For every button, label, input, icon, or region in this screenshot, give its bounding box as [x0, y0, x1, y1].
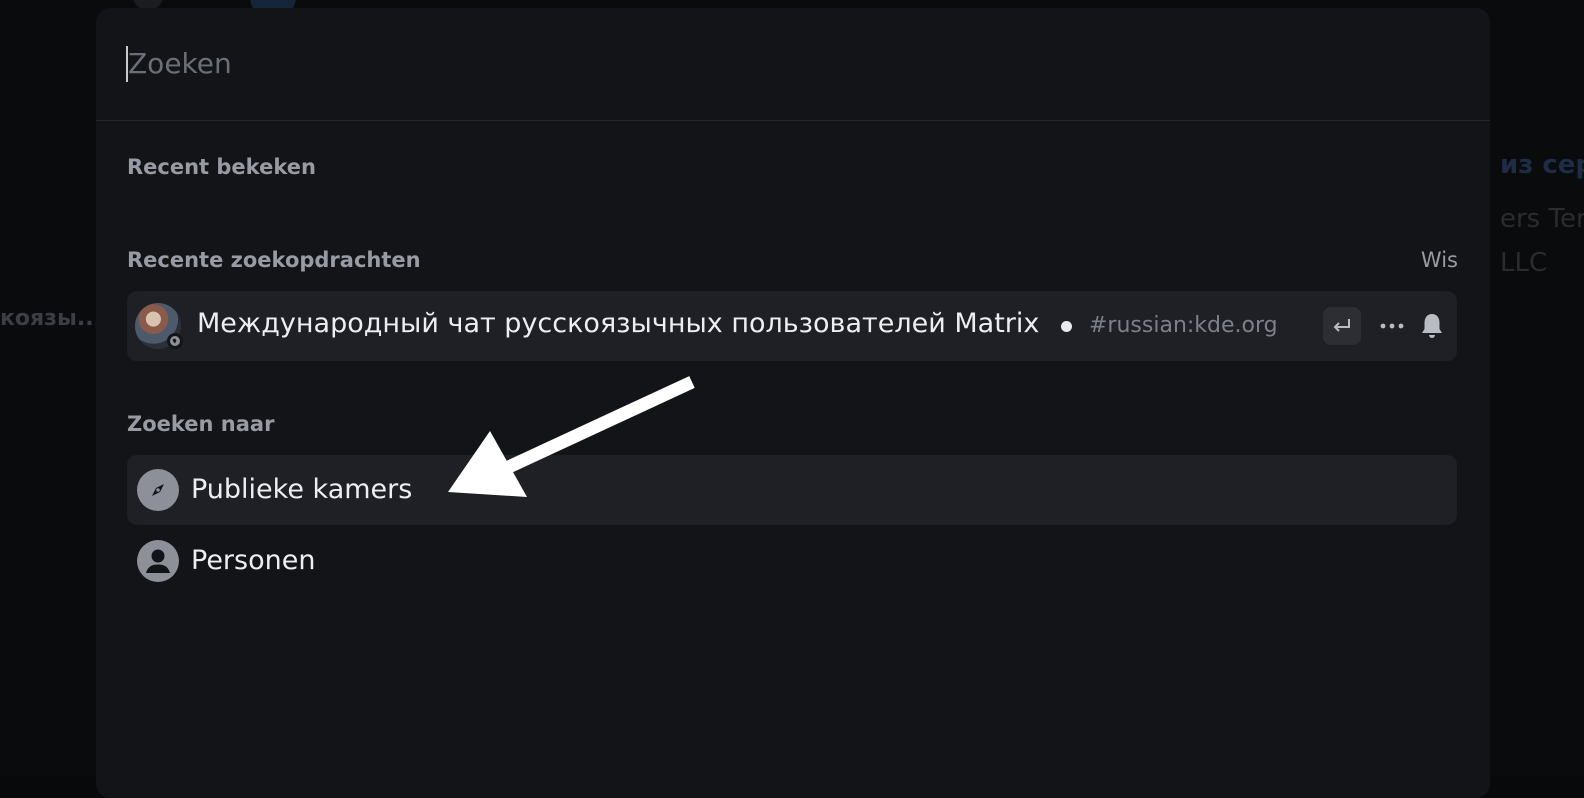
search-input[interactable] — [126, 40, 1428, 86]
search-for-heading: Zoeken naar — [127, 412, 275, 436]
background-subtitle: LLC — [1500, 248, 1548, 278]
search-dialog: Recent bekeken Recente zoekopdrachten Wi… — [96, 8, 1490, 798]
background-subtitle: ers Ter — [1500, 204, 1584, 234]
recent-search-item[interactable]: Международный чат русскоязычных пользова… — [127, 291, 1457, 361]
text-caret — [126, 46, 128, 82]
public-rooms-option[interactable]: Publieke kamers — [127, 455, 1457, 525]
room-alias: #russian:kde.org — [1089, 313, 1278, 338]
separator-dot — [1061, 321, 1072, 332]
clear-recent-searches-button[interactable]: Wis — [1421, 248, 1458, 272]
people-option[interactable]: Personen — [127, 526, 1457, 596]
compass-icon — [137, 469, 179, 511]
globe-icon — [167, 333, 183, 349]
more-icon[interactable] — [1375, 307, 1409, 345]
search-bar — [96, 8, 1490, 121]
recent-searches-heading: Recente zoekopdrachten — [127, 248, 421, 272]
recently-viewed-heading: Recent bekeken — [127, 155, 316, 179]
people-label: Personen — [191, 545, 316, 576]
bell-icon[interactable] — [1415, 307, 1449, 345]
enter-icon[interactable] — [1323, 307, 1361, 345]
background-title: из сер — [1500, 150, 1584, 180]
background-room-snippet: коязы... — [0, 306, 102, 331]
person-icon — [137, 540, 179, 582]
public-rooms-label: Publieke kamers — [191, 474, 413, 505]
room-name: Международный чат русскоязычных пользова… — [197, 308, 1040, 339]
